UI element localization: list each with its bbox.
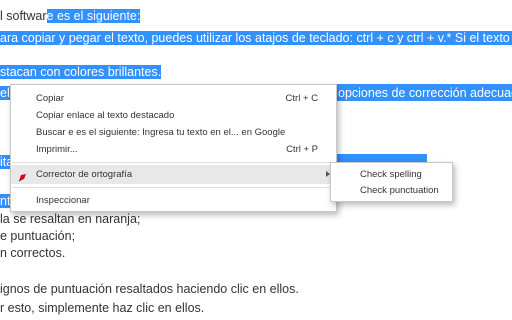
menu-item-print-shortcut: Ctrl + P — [286, 144, 318, 155]
doc-line-1-text: l softwar — [0, 9, 47, 23]
submenu-item-check-spelling-label: Check spelling — [360, 169, 422, 180]
doc-line-6-left-selected: nt — [0, 194, 11, 208]
doc-line-7: la se resaltan en naranja; — [0, 212, 141, 226]
doc-line-2-selected: ara copiar y pegar el texto, puedes util… — [0, 31, 512, 45]
submenu-item-check-punctuation[interactable]: Check punctuation — [331, 182, 452, 199]
red-pen-icon — [18, 170, 28, 182]
menu-separator — [12, 187, 335, 188]
doc-line-11: r esto, simplemente haz clic en ellos. — [0, 301, 205, 315]
menu-item-print-label: Imprimir... — [36, 144, 78, 155]
doc-line-10: ignos de puntuación resaltados haciendo … — [0, 282, 299, 296]
menu-item-print[interactable]: Imprimir... Ctrl + P — [11, 140, 336, 159]
doc-line-9: n correctos. — [0, 246, 66, 260]
submenu-item-check-punctuation-label: Check punctuation — [360, 185, 439, 196]
doc-line-4-right: opciones de corrección adecuada — [338, 85, 512, 101]
doc-line-4-right-selected: opciones de corrección adecuada — [338, 86, 512, 100]
doc-line-4-left-selected: el — [0, 86, 10, 100]
doc-line-3-selected: stacan con colores brillantes. — [0, 65, 162, 79]
doc-line-1-selected: e es el siguiente: — [46, 9, 141, 23]
doc-line-4-left: el — [0, 85, 10, 101]
doc-line-2: ara copiar y pegar el texto, puedes util… — [0, 30, 512, 46]
context-menu: Copiar Ctrl + C Copiar enlace al texto d… — [10, 84, 337, 212]
doc-line-6-left: nt — [0, 193, 11, 209]
menu-item-inspect-label: Inspeccionar — [36, 195, 90, 206]
submenu-item-check-spelling[interactable]: Check spelling — [331, 166, 452, 183]
menu-separator — [12, 162, 335, 163]
menu-item-spellcheck-label: Corrector de ortografía — [36, 169, 133, 180]
menu-item-spellcheck[interactable]: Corrector de ortografía — [11, 165, 336, 184]
doc-line-8: e puntuación; — [0, 229, 76, 243]
spellcheck-submenu: Check spelling Check punctuation — [330, 162, 453, 202]
doc-line-1: l software es el siguiente: — [0, 8, 141, 24]
menu-item-inspect[interactable]: Inspeccionar — [11, 191, 336, 210]
doc-line-3: stacan con colores brillantes. — [0, 64, 162, 80]
